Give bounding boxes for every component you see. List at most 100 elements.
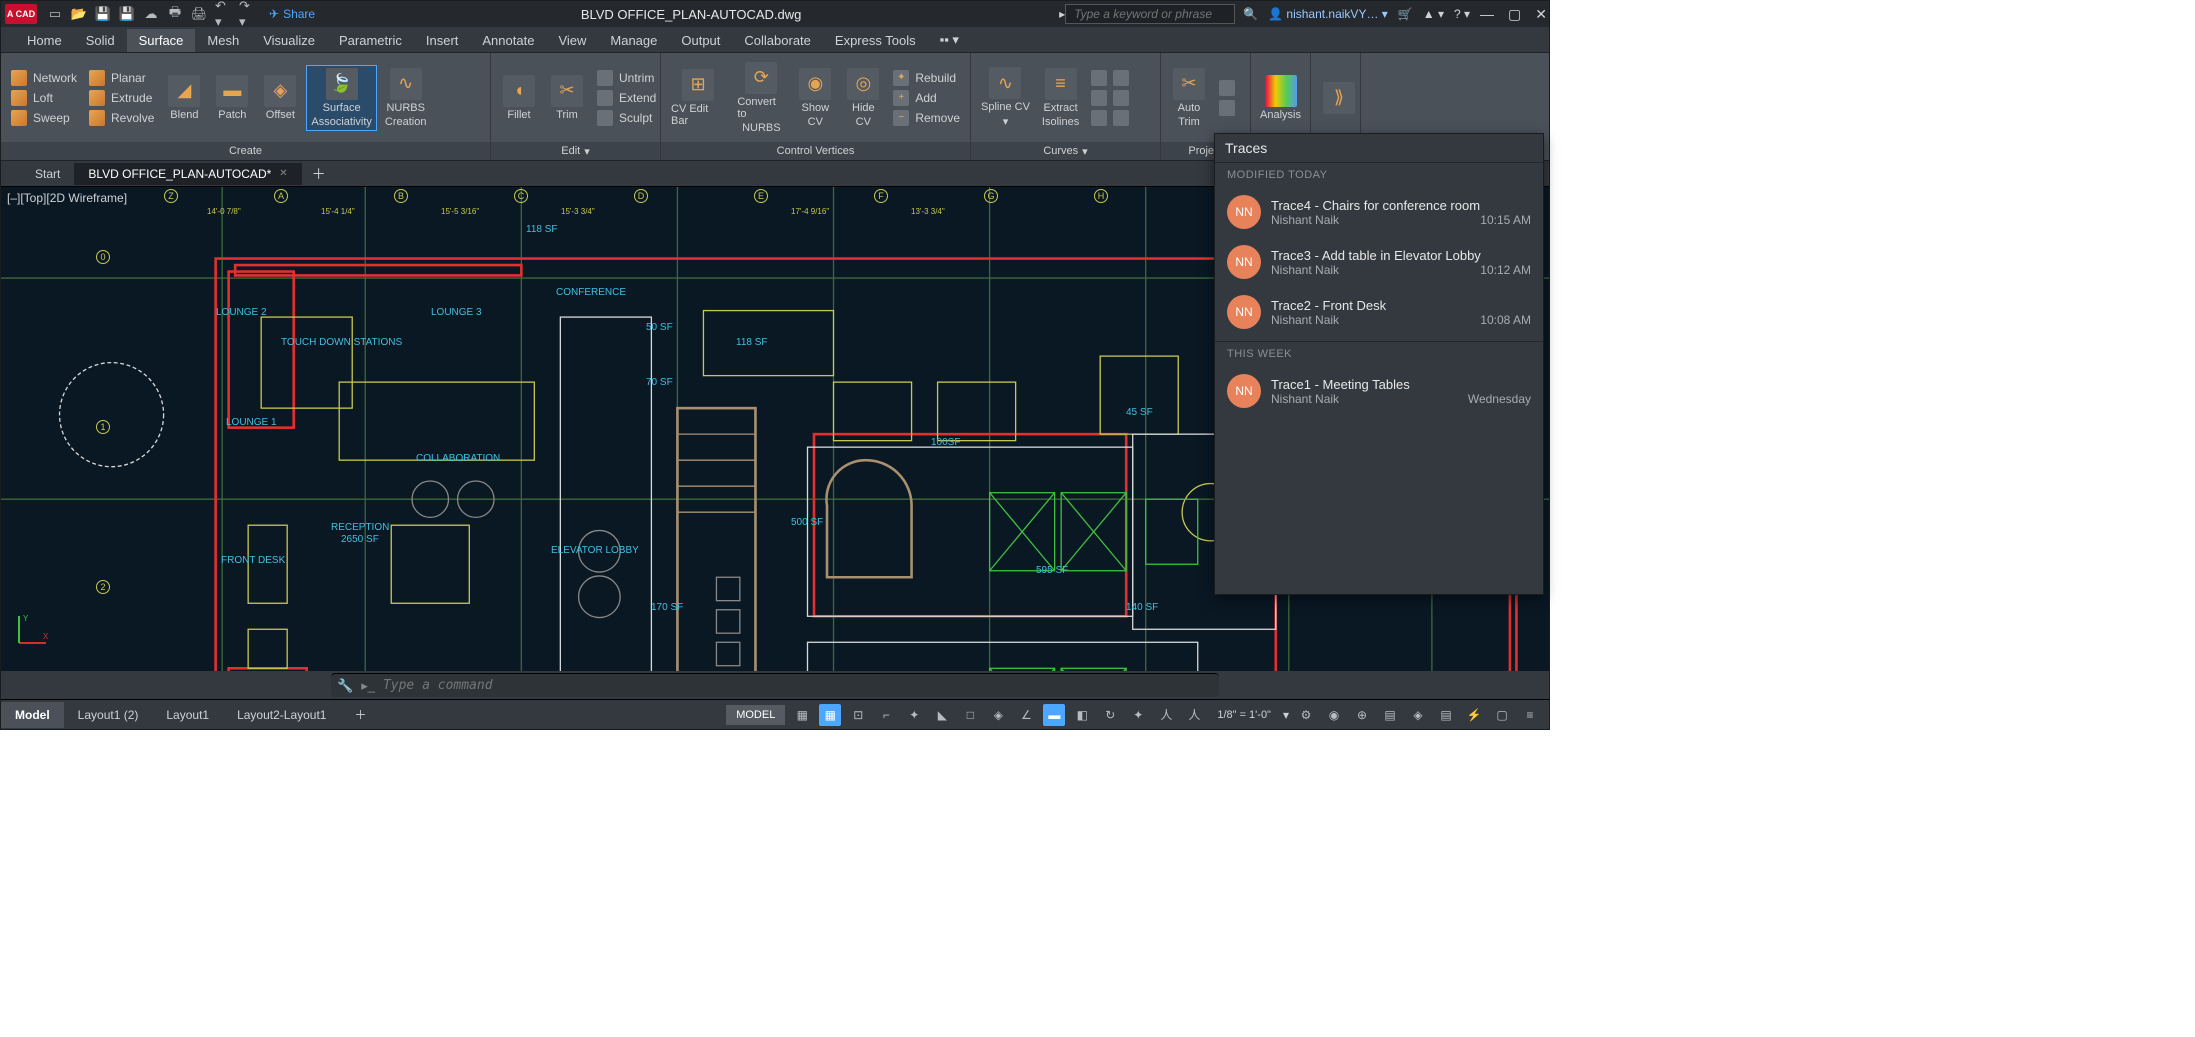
redo-icon[interactable]: ↷ ▾ [239, 6, 255, 22]
tab-parametric[interactable]: Parametric [327, 29, 414, 52]
osnap-icon[interactable]: □ [959, 704, 981, 726]
new-tab-button[interactable]: ＋ [302, 160, 336, 188]
surface-associativity-button[interactable]: 🍃SurfaceAssociativity [306, 65, 377, 131]
nurbs-creation-button[interactable]: ∿NURBSCreation [381, 66, 431, 130]
planar-button[interactable]: Planar [85, 69, 158, 87]
command-line[interactable]: 🔧 ▸_ [331, 673, 1219, 697]
sweep-button[interactable]: Sweep [7, 109, 81, 127]
cleanscreen-icon[interactable]: ▢ [1491, 704, 1513, 726]
extrude-button[interactable]: Extrude [85, 89, 158, 107]
isodraft-icon[interactable]: ◣ [931, 704, 953, 726]
annovis-icon[interactable]: ◉ [1323, 704, 1345, 726]
autotrim-button[interactable]: ✂AutoTrim [1167, 66, 1211, 130]
extra-button[interactable]: ⟫ [1317, 80, 1361, 116]
search-input[interactable] [1065, 4, 1235, 24]
undo-icon[interactable]: ↶ ▾ [215, 6, 231, 22]
show-cv-button[interactable]: ◉ShowCV [793, 66, 837, 130]
tab-surface[interactable]: Surface [127, 29, 196, 52]
layout1-2-tab[interactable]: Layout1 (2) [64, 702, 153, 728]
rebuild-button[interactable]: ✦Rebuild [889, 69, 964, 87]
tab-view[interactable]: View [546, 29, 598, 52]
proj-opt-1[interactable] [1215, 79, 1239, 97]
tab-manage[interactable]: Manage [598, 29, 669, 52]
view-label[interactable]: [–][Top][2D Wireframe] [7, 191, 127, 205]
scale-display[interactable]: 1/8" = 1'-0" [1211, 709, 1277, 721]
trim-button[interactable]: ✂Trim [545, 73, 589, 123]
file-tab-active[interactable]: BLVD OFFICE_PLAN-AUTOCAD*✕ [74, 163, 301, 185]
open-icon[interactable]: 📂 [71, 6, 87, 22]
modelspace-button[interactable]: MODEL [726, 705, 785, 725]
add-layout-button[interactable]: ＋ [340, 700, 380, 729]
cv-editbar-button[interactable]: ⊞CV Edit Bar [667, 67, 729, 129]
infer-icon[interactable]: ⊡ [847, 704, 869, 726]
tab-mesh[interactable]: Mesh [195, 29, 251, 52]
trace-item[interactable]: NN Trace4 - Chairs for conference room N… [1215, 187, 1543, 237]
cmd-customize-icon[interactable]: 🔧 [337, 678, 353, 694]
saveas-icon[interactable]: 💾 [119, 6, 135, 22]
3dgizmo-icon[interactable]: ✦ [1127, 704, 1149, 726]
snap-icon[interactable]: ▦ [819, 704, 841, 726]
patch-button[interactable]: ▬Patch [210, 73, 254, 123]
lock-ui-icon[interactable]: ◈ [1407, 704, 1429, 726]
hide-cv-button[interactable]: ◎HideCV [841, 66, 885, 130]
close-button[interactable]: ✕ [1535, 6, 1547, 23]
app-logo[interactable]: A CAD [5, 4, 37, 24]
autodesk-icon[interactable]: ▲ ▾ [1423, 7, 1444, 21]
tab-visualize[interactable]: Visualize [251, 29, 327, 52]
tab-expresstools[interactable]: Express Tools [823, 29, 928, 52]
tab-insert[interactable]: Insert [414, 29, 471, 52]
print-icon[interactable]: 🖨 [191, 6, 207, 22]
start-tab[interactable]: Start [21, 163, 74, 185]
sculpt-button[interactable]: Sculpt [593, 109, 660, 127]
remove-cv-button[interactable]: −Remove [889, 109, 964, 127]
fillet-button[interactable]: ◖Fillet [497, 73, 541, 123]
trace-item[interactable]: NN Trace1 - Meeting Tables Nishant NaikW… [1215, 366, 1543, 416]
tab-collaborate[interactable]: Collaborate [732, 29, 823, 52]
panel-label-curves[interactable]: Curves ▾ [971, 142, 1160, 160]
proj-opt-2[interactable] [1215, 99, 1239, 117]
tab-output[interactable]: Output [669, 29, 732, 52]
save-icon[interactable]: 💾 [95, 6, 111, 22]
cart-icon[interactable]: 🛒 [1398, 7, 1413, 21]
annoscale-icon[interactable]: 人 [1183, 704, 1205, 726]
layout1-tab[interactable]: Layout1 [152, 702, 223, 728]
untrim-button[interactable]: Untrim [593, 69, 660, 87]
hwacc-icon[interactable]: ⚡ [1463, 704, 1485, 726]
help-icon[interactable]: ? ▾ [1454, 7, 1470, 21]
extend-button[interactable]: Extend [593, 89, 660, 107]
transparency-icon[interactable]: ◧ [1071, 704, 1093, 726]
loft-button[interactable]: Loft [7, 89, 81, 107]
ortho-icon[interactable]: ⌐ [875, 704, 897, 726]
tab-home[interactable]: Home [15, 29, 74, 52]
ws-switch-icon[interactable]: ⚙ [1295, 704, 1317, 726]
blend-button[interactable]: ◢Blend [162, 73, 206, 123]
plot-icon[interactable]: 🖶 [167, 6, 183, 22]
command-input[interactable] [383, 678, 1213, 693]
otrack-icon[interactable]: ∠ [1015, 704, 1037, 726]
curve-opt-3[interactable] [1087, 109, 1133, 127]
maximize-button[interactable]: ▢ [1508, 6, 1521, 23]
network-button[interactable]: Network [7, 69, 81, 87]
search-icon[interactable]: 🔍 [1243, 7, 1258, 21]
layout2-tab[interactable]: Layout2-Layout1 [223, 702, 340, 728]
ucs-icon[interactable]: X Y [11, 611, 51, 651]
lineweight-icon[interactable]: ▬ [1043, 704, 1065, 726]
customize-status-icon[interactable]: ≡ [1519, 704, 1541, 726]
web-open-icon[interactable]: ☁ [143, 6, 159, 22]
quickprops-icon[interactable]: ▤ [1379, 704, 1401, 726]
model-tab[interactable]: Model [1, 702, 64, 728]
3dosnap-icon[interactable]: ◈ [987, 704, 1009, 726]
revolve-button[interactable]: Revolve [85, 109, 158, 127]
tab-solid[interactable]: Solid [74, 29, 127, 52]
tab-annotate[interactable]: Annotate [470, 29, 546, 52]
curve-opt-2[interactable] [1087, 89, 1133, 107]
extract-isolines-button[interactable]: ≡ExtractIsolines [1038, 66, 1083, 130]
new-icon[interactable]: ▭ [47, 6, 63, 22]
analysis-button[interactable]: Analysis [1257, 73, 1304, 123]
isolate-icon[interactable]: ▤ [1435, 704, 1457, 726]
minimize-button[interactable]: — [1480, 6, 1494, 23]
tab-featured-apps[interactable]: ▪▪ ▾ [928, 28, 971, 52]
close-tab-icon[interactable]: ✕ [279, 168, 287, 179]
convert-nurbs-button[interactable]: ⟳Convert toNURBS [733, 60, 789, 136]
trace-item[interactable]: NN Trace3 - Add table in Elevator Lobby … [1215, 237, 1543, 287]
